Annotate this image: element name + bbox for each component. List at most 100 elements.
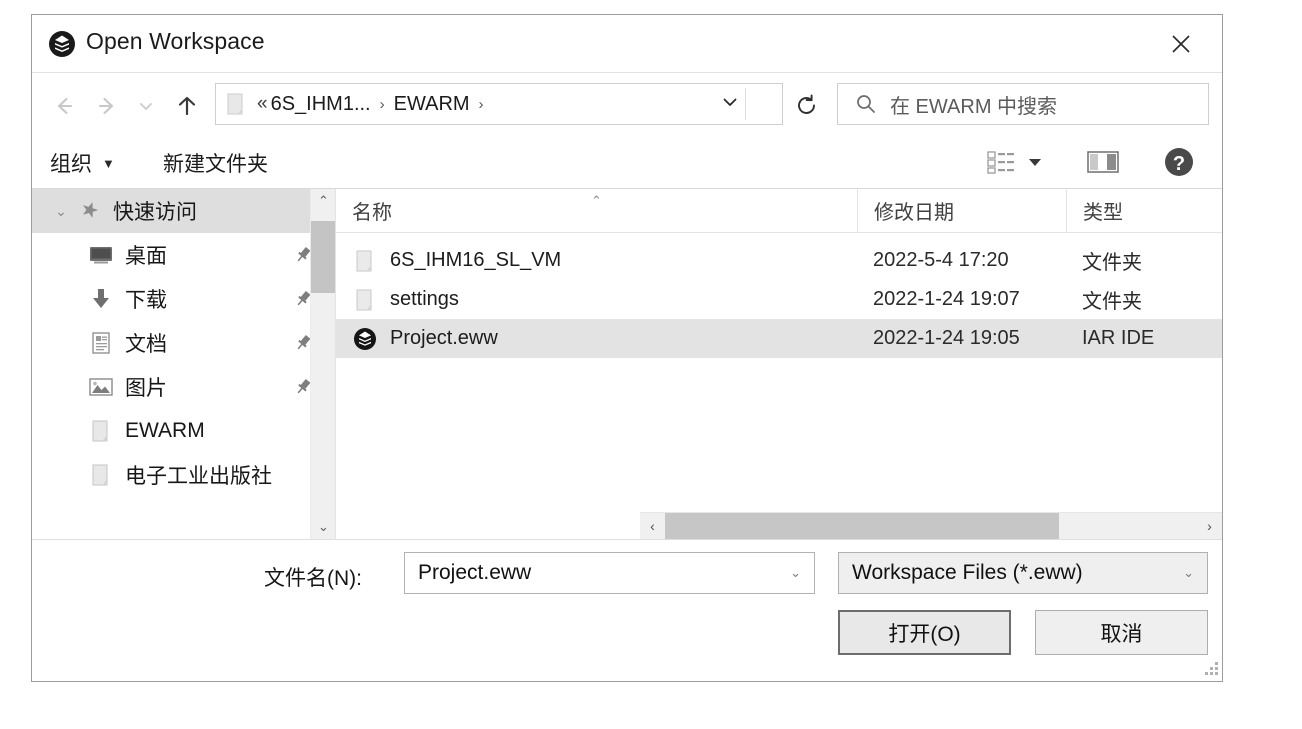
file-date: 2022-5-4 17:20 [873, 249, 1009, 271]
column-header-date[interactable]: 修改日期 [857, 189, 1066, 232]
back-button[interactable] [51, 93, 77, 119]
dialog-footer: 文件名(N): Project.eww ⌄ Workspace Files (*… [32, 539, 1222, 678]
table-row[interactable]: 6S_IHM16_SL_VM 2022-5-4 17:20 文件夹 [336, 241, 1222, 280]
open-button[interactable]: 打开(O) [838, 610, 1011, 655]
organize-button[interactable]: 组织 ▼ [50, 148, 115, 178]
sidebar-item-label: 桌面 [125, 245, 167, 268]
filename-input[interactable]: Project.eww ⌄ [404, 552, 815, 594]
refresh-button[interactable] [792, 91, 822, 121]
scroll-right-icon[interactable]: › [1197, 513, 1222, 540]
chevron-down-icon [140, 103, 152, 110]
recent-locations-button[interactable] [136, 93, 156, 119]
search-icon [855, 93, 877, 115]
navigation-bar: « 6S_IHM1... › EWARM › 在 EWARM 中搜索 [32, 73, 1222, 135]
scroll-down-icon[interactable]: ⌄ [311, 515, 335, 539]
file-name: Project.eww [390, 327, 498, 349]
sidebar-item-publisher[interactable]: 电子工业出版社 [32, 453, 335, 497]
filename-value: Project.eww [418, 561, 532, 584]
chevron-down-icon[interactable]: ⌄ [790, 565, 801, 581]
preview-pane-button[interactable] [1086, 147, 1120, 177]
sidebar-item-pictures[interactable]: 图片 [32, 365, 335, 409]
download-icon [88, 287, 114, 311]
arrow-left-icon [57, 97, 73, 115]
forward-button[interactable] [94, 93, 120, 119]
arrow-right-icon [98, 97, 114, 115]
organize-label: 组织 [50, 153, 92, 176]
chevron-down-icon[interactable]: ⌄ [50, 203, 72, 220]
file-type-filter-select[interactable]: Workspace Files (*.eww) ⌄ [838, 552, 1208, 594]
sidebar-item-documents[interactable]: 文档 [32, 321, 335, 365]
chevron-down-icon [723, 98, 737, 106]
sidebar-item-label: 电子工业出版社 [125, 465, 272, 488]
file-list-hscrollbar[interactable]: ‹ › [640, 512, 1222, 539]
column-header-name[interactable]: ⌃ 名称 [336, 189, 857, 232]
resize-grip[interactable] [1204, 661, 1218, 675]
caret-down-icon: ▼ [102, 155, 115, 171]
preview-pane-icon [1087, 151, 1119, 173]
iar-workspace-icon [352, 327, 378, 351]
breadcrumb[interactable]: « 6S_IHM1... › EWARM › [215, 83, 783, 125]
close-button[interactable] [1140, 15, 1222, 72]
table-row[interactable]: Project.eww 2022-1-24 19:05 IAR IDE [336, 319, 1222, 358]
file-name: settings [390, 288, 459, 310]
view-mode-button[interactable] [986, 147, 1016, 177]
sidebar-item-desktop[interactable]: 桌面 [32, 233, 335, 277]
breadcrumb-dropdown-button[interactable] [720, 92, 740, 117]
breadcrumb-overflow[interactable]: « [257, 93, 268, 115]
file-list-header: ⌃ 名称 修改日期 类型 [336, 189, 1222, 233]
sidebar-scrollbar[interactable]: ⌃ ⌄ [310, 189, 335, 539]
help-icon: ? [1165, 148, 1193, 176]
pictures-icon [88, 375, 114, 399]
column-header-type[interactable]: 类型 [1066, 189, 1222, 232]
file-list-rows: 6S_IHM16_SL_VM 2022-5-4 17:20 文件夹 settin… [336, 241, 1222, 358]
hscrollbar-thumb[interactable] [665, 512, 1059, 539]
column-label: 修改日期 [874, 202, 954, 224]
arrow-up-icon [178, 96, 196, 116]
sidebar-item-downloads[interactable]: 下载 [32, 277, 335, 321]
search-box[interactable]: 在 EWARM 中搜索 [837, 83, 1209, 125]
search-placeholder: 在 EWARM 中搜索 [890, 95, 1058, 118]
breadcrumb-divider [745, 88, 746, 120]
new-folder-button[interactable]: 新建文件夹 [163, 148, 268, 178]
folder-icon [352, 249, 378, 273]
hscrollbar-track[interactable] [665, 512, 1197, 539]
sidebar-item-label: 文档 [125, 333, 167, 356]
file-name-cell: 6S_IHM16_SL_VM [336, 249, 857, 273]
scroll-left-icon[interactable]: ‹ [640, 513, 665, 540]
folder-icon [88, 419, 114, 443]
breadcrumb-segment-1[interactable]: EWARM [394, 93, 470, 116]
sidebar-item-label: EWARM [125, 419, 205, 442]
open-workspace-dialog: Open Workspace « 6S_IHM1... › EWARM › 在 … [31, 14, 1223, 682]
refresh-icon [798, 94, 815, 114]
file-type: 文件夹 [1082, 291, 1142, 313]
scrollbar-thumb[interactable] [311, 221, 335, 293]
list-view-icon [987, 151, 1014, 174]
dialog-titlebar: Open Workspace [32, 15, 1222, 73]
folder-icon [226, 92, 246, 116]
help-button[interactable]: ? [1162, 145, 1196, 179]
file-name: 6S_IHM16_SL_VM [390, 249, 562, 271]
table-row[interactable]: settings 2022-1-24 19:07 文件夹 [336, 280, 1222, 319]
sidebar-item-label: 快速访问 [113, 201, 197, 224]
sidebar-item-quick-access[interactable]: ⌄ 快速访问 [32, 189, 335, 233]
sidebar-item-ewarm[interactable]: EWARM [32, 409, 335, 453]
desktop-icon [88, 243, 114, 267]
star-pin-icon [76, 199, 102, 223]
caret-down-icon [1029, 159, 1041, 166]
folder-icon [88, 463, 114, 487]
scroll-up-icon[interactable]: ⌃ [311, 189, 335, 213]
close-icon [1172, 34, 1190, 53]
breadcrumb-separator-1[interactable]: › [479, 96, 484, 113]
file-list-pane: ⌃ 名称 修改日期 类型 6S_IHM16_SL_VM 2022-5-4 17:… [336, 189, 1222, 539]
sort-ascending-icon: ⌃ [591, 193, 602, 208]
sidebar-item-label: 下载 [125, 289, 167, 312]
breadcrumb-separator-0[interactable]: › [380, 96, 385, 113]
up-button[interactable] [174, 93, 200, 119]
file-name-cell: settings [336, 288, 857, 312]
chevron-down-icon[interactable]: ⌄ [1183, 565, 1194, 581]
view-mode-dropdown[interactable] [1024, 147, 1046, 177]
cancel-button[interactable]: 取消 [1035, 610, 1208, 655]
toolbar: 组织 ▼ 新建文件夹 ? [32, 135, 1222, 189]
breadcrumb-segment-0[interactable]: 6S_IHM1... [271, 93, 371, 116]
file-type: IAR IDE [1082, 327, 1155, 349]
